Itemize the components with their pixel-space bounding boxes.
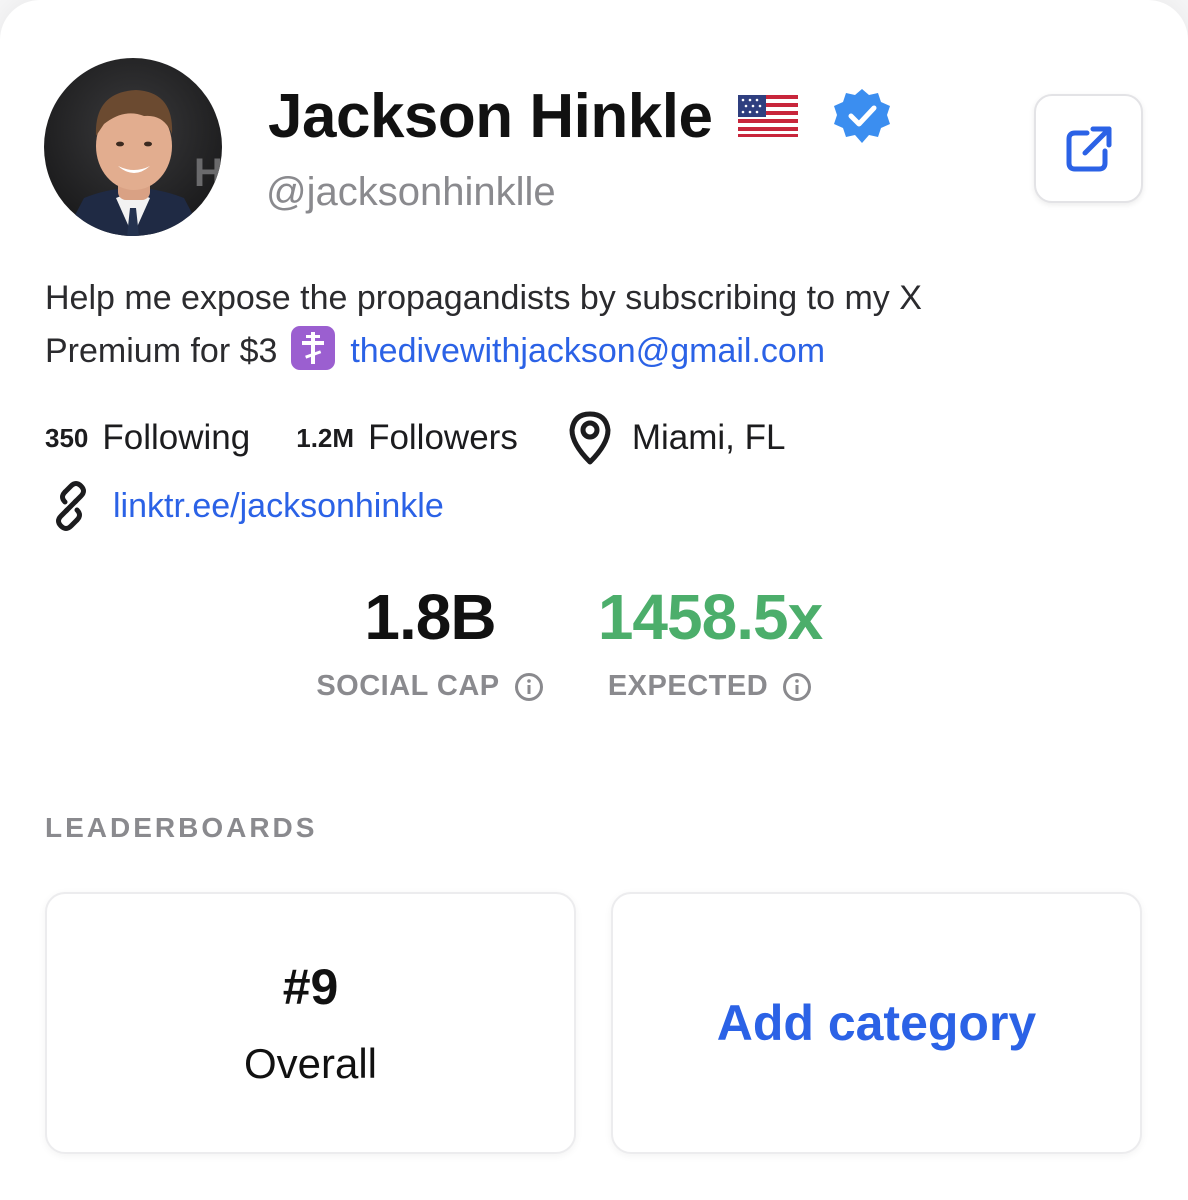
add-category-card[interactable]: Add category bbox=[611, 892, 1142, 1154]
user-handle: @jacksonhinklle bbox=[266, 170, 556, 214]
following-stat[interactable]: 350 Following bbox=[45, 418, 250, 458]
bio-email-link[interactable]: thedivewithjackson@gmail.com bbox=[350, 332, 825, 370]
bio: Help me expose the propagandists by subs… bbox=[45, 272, 1045, 378]
social-cap-label: SOCIAL CAP bbox=[316, 670, 500, 702]
location-pin-icon bbox=[569, 411, 611, 465]
social-cap-metric: 1.8B SOCIAL CAP bbox=[300, 582, 560, 703]
expected-label-row: EXPECTED bbox=[580, 670, 840, 703]
website-row: linktr.ee/jacksonhinkle bbox=[45, 478, 444, 534]
profile-sheet: HB Jackson Hinkle bbox=[0, 0, 1188, 1200]
followers-count: 1.2M bbox=[296, 422, 355, 453]
external-link-icon bbox=[1066, 126, 1111, 171]
stats-row: 350 Following 1.2M Followers Miami, FL bbox=[45, 410, 785, 466]
info-icon[interactable] bbox=[782, 672, 812, 702]
rank-label: Overall bbox=[243, 1040, 378, 1087]
website-link[interactable]: linktr.ee/jacksonhinkle bbox=[113, 487, 444, 526]
location-text: Miami, FL bbox=[631, 418, 786, 457]
social-cap-value: 1.8B bbox=[364, 581, 496, 653]
following-label: Following bbox=[102, 418, 251, 457]
verified-badge-icon bbox=[834, 89, 891, 143]
display-name: Jackson Hinkle bbox=[268, 81, 713, 151]
orthodox-cross-icon bbox=[290, 326, 335, 370]
overall-rank-card[interactable]: #9 Overall bbox=[45, 892, 576, 1154]
followers-label: Followers bbox=[368, 418, 518, 457]
rank-value: #9 bbox=[282, 959, 339, 1015]
location: Miami, FL bbox=[566, 410, 786, 466]
name-row: Jackson Hinkle bbox=[268, 78, 892, 154]
info-icon[interactable] bbox=[514, 672, 544, 702]
add-category-button[interactable]: Add category bbox=[717, 994, 1037, 1052]
share-button[interactable] bbox=[1034, 94, 1143, 203]
following-count: 350 bbox=[45, 422, 89, 453]
expected-metric: 1458.5x EXPECTED bbox=[580, 582, 840, 703]
link-icon bbox=[56, 481, 86, 531]
avatar[interactable]: HB bbox=[44, 58, 222, 236]
social-cap-label-row: SOCIAL CAP bbox=[300, 670, 560, 703]
expected-label: EXPECTED bbox=[607, 670, 769, 702]
avatar-photo: HB bbox=[44, 58, 222, 236]
us-flag-icon bbox=[738, 95, 799, 137]
followers-stat[interactable]: 1.2M Followers bbox=[296, 418, 518, 458]
leaderboards-heading: LEADERBOARDS bbox=[45, 812, 318, 843]
svg-text:HB: HB bbox=[194, 151, 222, 195]
expected-value: 1458.5x bbox=[597, 581, 823, 653]
